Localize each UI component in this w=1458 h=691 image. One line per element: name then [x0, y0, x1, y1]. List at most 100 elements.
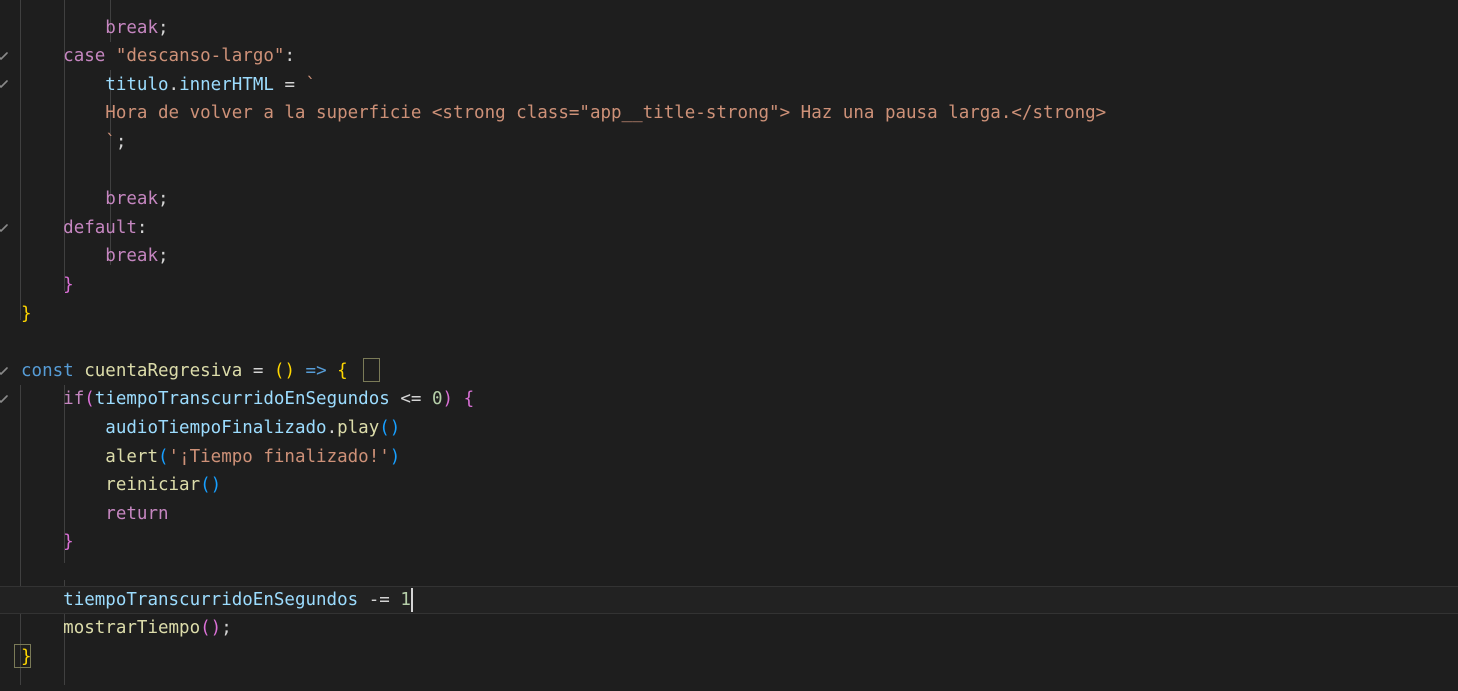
code-token: ): [442, 389, 454, 410]
code-token: (): [200, 618, 222, 639]
code-token: mostrarTiempo: [63, 618, 201, 639]
code-line[interactable]: [0, 157, 1458, 186]
code-token: tiempoTranscurridoEnSegundos: [63, 589, 359, 610]
code-token: break: [105, 17, 158, 38]
code-line[interactable]: }: [0, 528, 1458, 557]
code-token: case: [63, 46, 106, 67]
code-line[interactable]: break;: [0, 185, 1458, 214]
code-token: `: [305, 74, 317, 95]
code-token: (: [84, 389, 95, 410]
code-line[interactable]: break;: [0, 14, 1458, 43]
code-token: '¡Tiempo finalizado!': [168, 446, 390, 467]
code-line[interactable]: [0, 328, 1458, 357]
code-line[interactable]: }: [0, 300, 1458, 329]
code-token: (): [200, 475, 222, 496]
code-line[interactable]: default:: [0, 214, 1458, 243]
code-token: {: [337, 360, 348, 381]
code-token: innerHTML: [179, 74, 274, 95]
code-token: (): [379, 418, 401, 438]
code-line[interactable]: }: [0, 271, 1458, 300]
code-token: }: [21, 646, 32, 667]
code-line[interactable]: break;: [0, 242, 1458, 271]
code-token: =: [252, 360, 264, 381]
code-token: {: [463, 389, 475, 410]
code-token: audioTiempoFinalizado: [105, 418, 327, 438]
code-line[interactable]: alert('¡Tiempo finalizado!'): [0, 443, 1458, 472]
code-editor[interactable]: break; case "descanso-largo": titulo.inn…: [0, 0, 1458, 691]
code-line[interactable]: reiniciar(): [0, 471, 1458, 500]
code-token: }: [63, 275, 74, 295]
code-token: tiempoTranscurridoEnSegundos: [94, 389, 390, 410]
code-token: }: [63, 532, 74, 553]
code-token: ;: [115, 132, 127, 152]
code-token: ;: [157, 17, 169, 38]
code-line[interactable]: `;: [0, 128, 1458, 157]
code-token: -=: [368, 589, 390, 610]
code-line[interactable]: const cuentaRegresiva = () => {: [0, 357, 1458, 386]
code-token: .: [168, 74, 180, 95]
code-token: ;: [157, 246, 169, 267]
code-line[interactable]: return: [0, 500, 1458, 529]
code-token: Hora de volver a la superficie <strong c…: [21, 103, 1107, 124]
code-line[interactable]: audioTiempoFinalizado.play(): [0, 414, 1458, 443]
code-line[interactable]: [0, 557, 1458, 586]
code-token: 1: [400, 589, 411, 610]
code-line[interactable]: Hora de volver a la superficie <strong c…: [0, 99, 1458, 128]
code-token: =>: [305, 360, 327, 381]
code-token: ;: [157, 189, 169, 210]
code-line[interactable]: tiempoTranscurridoEnSegundos -= 1: [0, 586, 1458, 615]
code-token: (: [157, 446, 169, 467]
code-token: 0: [431, 389, 443, 410]
code-token: ;: [221, 618, 232, 639]
code-token: .: [326, 418, 338, 438]
code-token: <=: [400, 389, 422, 410]
code-token: break: [105, 189, 158, 210]
code-token: cuentaRegresiva: [84, 360, 243, 381]
code-token: reiniciar: [105, 475, 201, 496]
code-token: break: [105, 246, 158, 267]
code-token: :: [136, 217, 148, 238]
code-token: alert: [105, 446, 158, 467]
code-line[interactable]: titulo.innerHTML = `: [0, 71, 1458, 100]
code-token: if: [63, 389, 85, 410]
code-token: const: [21, 360, 74, 381]
code-token: play: [337, 418, 380, 438]
code-token: default: [63, 217, 137, 238]
code-token: (): [273, 360, 295, 381]
code-line[interactable]: mostrarTiempo();: [0, 614, 1458, 643]
code-line[interactable]: case "descanso-largo":: [0, 42, 1458, 71]
code-line[interactable]: }: [0, 643, 1458, 672]
code-token: ): [389, 446, 401, 467]
code-token: "descanso-largo": [115, 46, 285, 67]
code-line[interactable]: if(tiempoTranscurridoEnSegundos <= 0) {: [0, 385, 1458, 414]
caret: [411, 587, 414, 612]
code-token: `: [21, 132, 116, 152]
